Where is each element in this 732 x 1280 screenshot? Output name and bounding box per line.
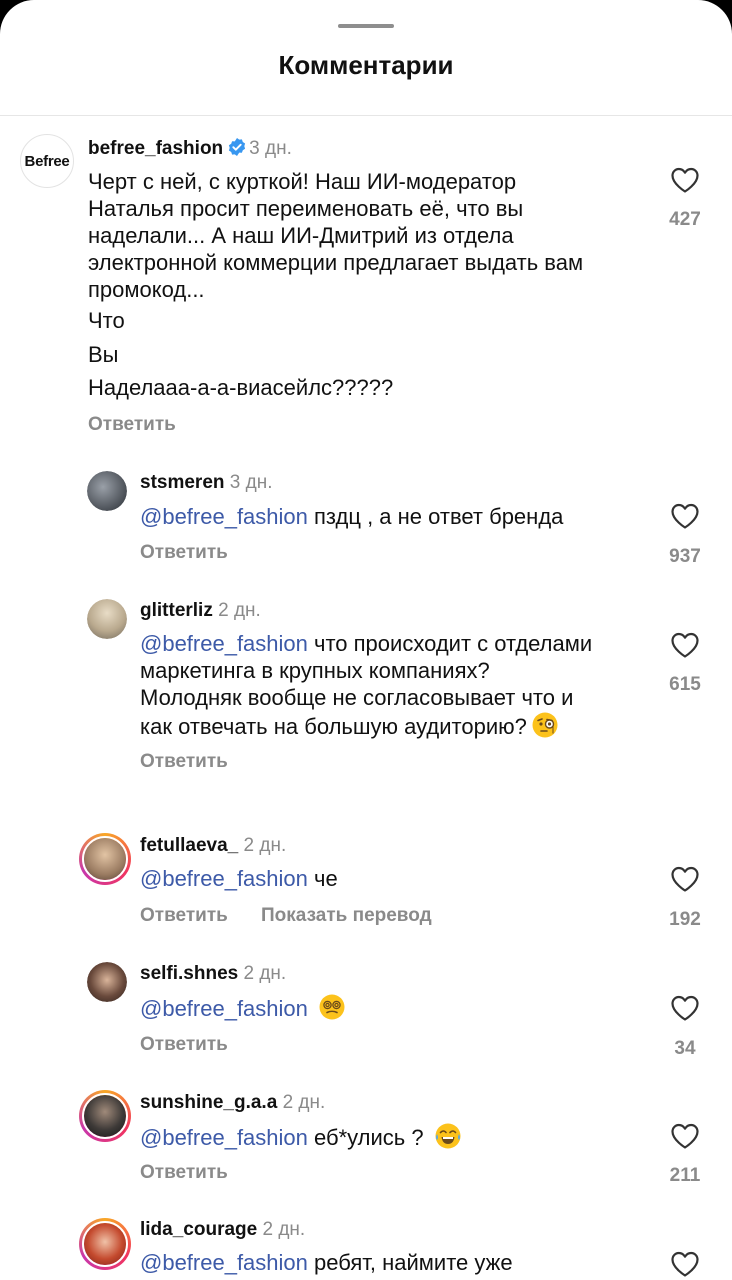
username[interactable]: lida_courage <box>140 1219 257 1240</box>
timestamp: 2 дн. <box>282 1092 326 1113</box>
header-divider <box>0 115 732 116</box>
mention-link[interactable]: @befree_fashion <box>140 631 308 656</box>
avatar-image <box>84 1223 126 1265</box>
comment-body: ребят, наймите уже <box>307 1250 513 1275</box>
heart-icon[interactable] <box>670 1122 700 1150</box>
page-title: Комментарии <box>278 50 454 80</box>
monocle-face-icon <box>532 712 558 738</box>
avatar <box>82 836 128 882</box>
like-count: 211 <box>669 1165 701 1186</box>
comment-line: Черт с ней, с курткой! Наш ИИ-модератор <box>88 169 517 194</box>
mention-link[interactable]: @befree_fashion <box>140 504 308 529</box>
heart-icon[interactable] <box>670 631 700 659</box>
comment-text: @befree_fashion ребят, наймите уже <box>140 1249 513 1276</box>
username[interactable]: selfi.shnes <box>140 963 238 984</box>
username[interactable]: stsmeren <box>140 472 225 493</box>
avatar-image <box>87 962 127 1002</box>
reply-button[interactable]: Ответить <box>140 542 228 564</box>
comment-body: че <box>307 866 338 891</box>
heart-icon[interactable] <box>670 865 700 893</box>
avatar[interactable] <box>87 599 127 639</box>
avatar <box>82 1093 128 1139</box>
sheet-grabber[interactable] <box>338 24 394 28</box>
mention-link[interactable]: @befree_fashion <box>140 996 308 1021</box>
comment-line: Молодняк вообще не согласовывает что и <box>140 685 574 710</box>
comment-line: что происходит с отделами <box>307 631 593 656</box>
dizzy-face-icon <box>319 994 345 1020</box>
avatar-image <box>84 1095 126 1137</box>
comment-header: stsmeren 3 дн. <box>140 472 273 494</box>
comment-line: Вы <box>88 342 119 367</box>
avatar-image <box>87 471 127 511</box>
comment-line: Наделааа-а-а-виасейлс????? <box>88 375 394 400</box>
mention-link[interactable]: @befree_fashion <box>140 866 308 891</box>
timestamp: 2 дн. <box>243 963 287 984</box>
brand-logo: Befree <box>24 152 70 170</box>
comment-header: fetullaeva_ 2 дн. <box>140 835 286 857</box>
comment-header: sunshine_g.a.a 2 дн. <box>140 1092 325 1114</box>
username[interactable]: sunshine_g.a.a <box>140 1092 277 1113</box>
mention-link[interactable]: @befree_fashion <box>140 1250 308 1275</box>
comment-line: наделали... А наш ИИ-Дмитрий из отдела <box>88 223 514 248</box>
timestamp: 2 дн. <box>243 835 287 856</box>
avatar-image <box>87 599 127 639</box>
timestamp: 3 дн. <box>229 472 273 493</box>
reply-button[interactable]: Ответить <box>140 751 228 773</box>
comment-body <box>308 996 314 1021</box>
like-count: 615 <box>669 674 701 695</box>
comment-line: промокод... <box>88 277 205 302</box>
comment-text: @befree_fashion еб*улись ? <box>140 1122 462 1151</box>
verified-badge-icon <box>229 138 246 156</box>
timestamp: 2 дн. <box>262 1219 306 1240</box>
avatar[interactable] <box>87 962 127 1002</box>
avatar <box>82 1221 128 1267</box>
show-translation-button[interactable]: Показать перевод <box>261 905 432 927</box>
comment-header: befree_fashion 3 дн. <box>88 137 292 160</box>
avatar-story-ring[interactable] <box>79 833 131 885</box>
comment-text: Черт с ней, с курткой! Наш ИИ-модератор … <box>88 168 583 303</box>
timestamp: 3 дн. <box>249 138 292 159</box>
reply-button[interactable]: Ответить <box>88 414 176 436</box>
username[interactable]: glitterliz <box>140 600 213 621</box>
like-count: 192 <box>669 909 701 930</box>
heart-icon[interactable] <box>670 994 700 1022</box>
username[interactable]: fetullaeva_ <box>140 835 238 856</box>
comment-line: маркетинга в крупных компаниях? <box>140 658 490 683</box>
username[interactable]: befree_fashion <box>88 138 223 159</box>
tears-of-joy-icon <box>435 1123 461 1149</box>
like-count: 937 <box>669 546 701 567</box>
comment-line: как отвечать на большую аудиторию? <box>140 714 527 739</box>
avatar-story-ring[interactable] <box>79 1218 131 1270</box>
comment-line: Что <box>88 308 125 333</box>
avatar-image <box>84 838 126 880</box>
comment-header: selfi.shnes 2 дн. <box>140 963 286 985</box>
reply-button[interactable]: Ответить <box>140 905 228 927</box>
comment-text: @befree_fashion что происходит с отделам… <box>140 630 592 740</box>
comment-line: электронной коммерции предлагает выдать … <box>88 250 584 275</box>
avatar[interactable] <box>87 471 127 511</box>
like-count: 427 <box>669 209 701 230</box>
comments-sheet: Комментарии Befree befree_fashion 3 дн. Ч… <box>0 0 732 1280</box>
reply-button[interactable]: Ответить <box>140 1162 228 1184</box>
reply-button[interactable]: Ответить <box>140 1034 228 1056</box>
heart-icon[interactable] <box>670 502 700 530</box>
comment-text: @befree_fashion пздц , а не ответ бренда <box>140 503 563 530</box>
comment-text: @befree_fashion <box>140 993 346 1022</box>
comment-text: @befree_fashion че <box>140 865 338 892</box>
heart-icon[interactable] <box>670 1250 700 1278</box>
comment-header: glitterliz 2 дн. <box>140 600 261 622</box>
comment-line: Наталья просит переименовать её, что вы <box>88 196 524 221</box>
heart-icon[interactable] <box>670 166 700 194</box>
like-count: 34 <box>674 1038 696 1059</box>
comment-body: пздц , а не ответ бренда <box>307 504 564 529</box>
avatar[interactable]: Befree <box>20 134 74 188</box>
avatar-story-ring[interactable] <box>79 1090 131 1142</box>
comment-header: lida_courage 2 дн. <box>140 1219 305 1241</box>
timestamp: 2 дн. <box>218 600 261 621</box>
comment-body: еб*улись ? <box>307 1125 430 1150</box>
mention-link[interactable]: @befree_fashion <box>140 1125 308 1150</box>
